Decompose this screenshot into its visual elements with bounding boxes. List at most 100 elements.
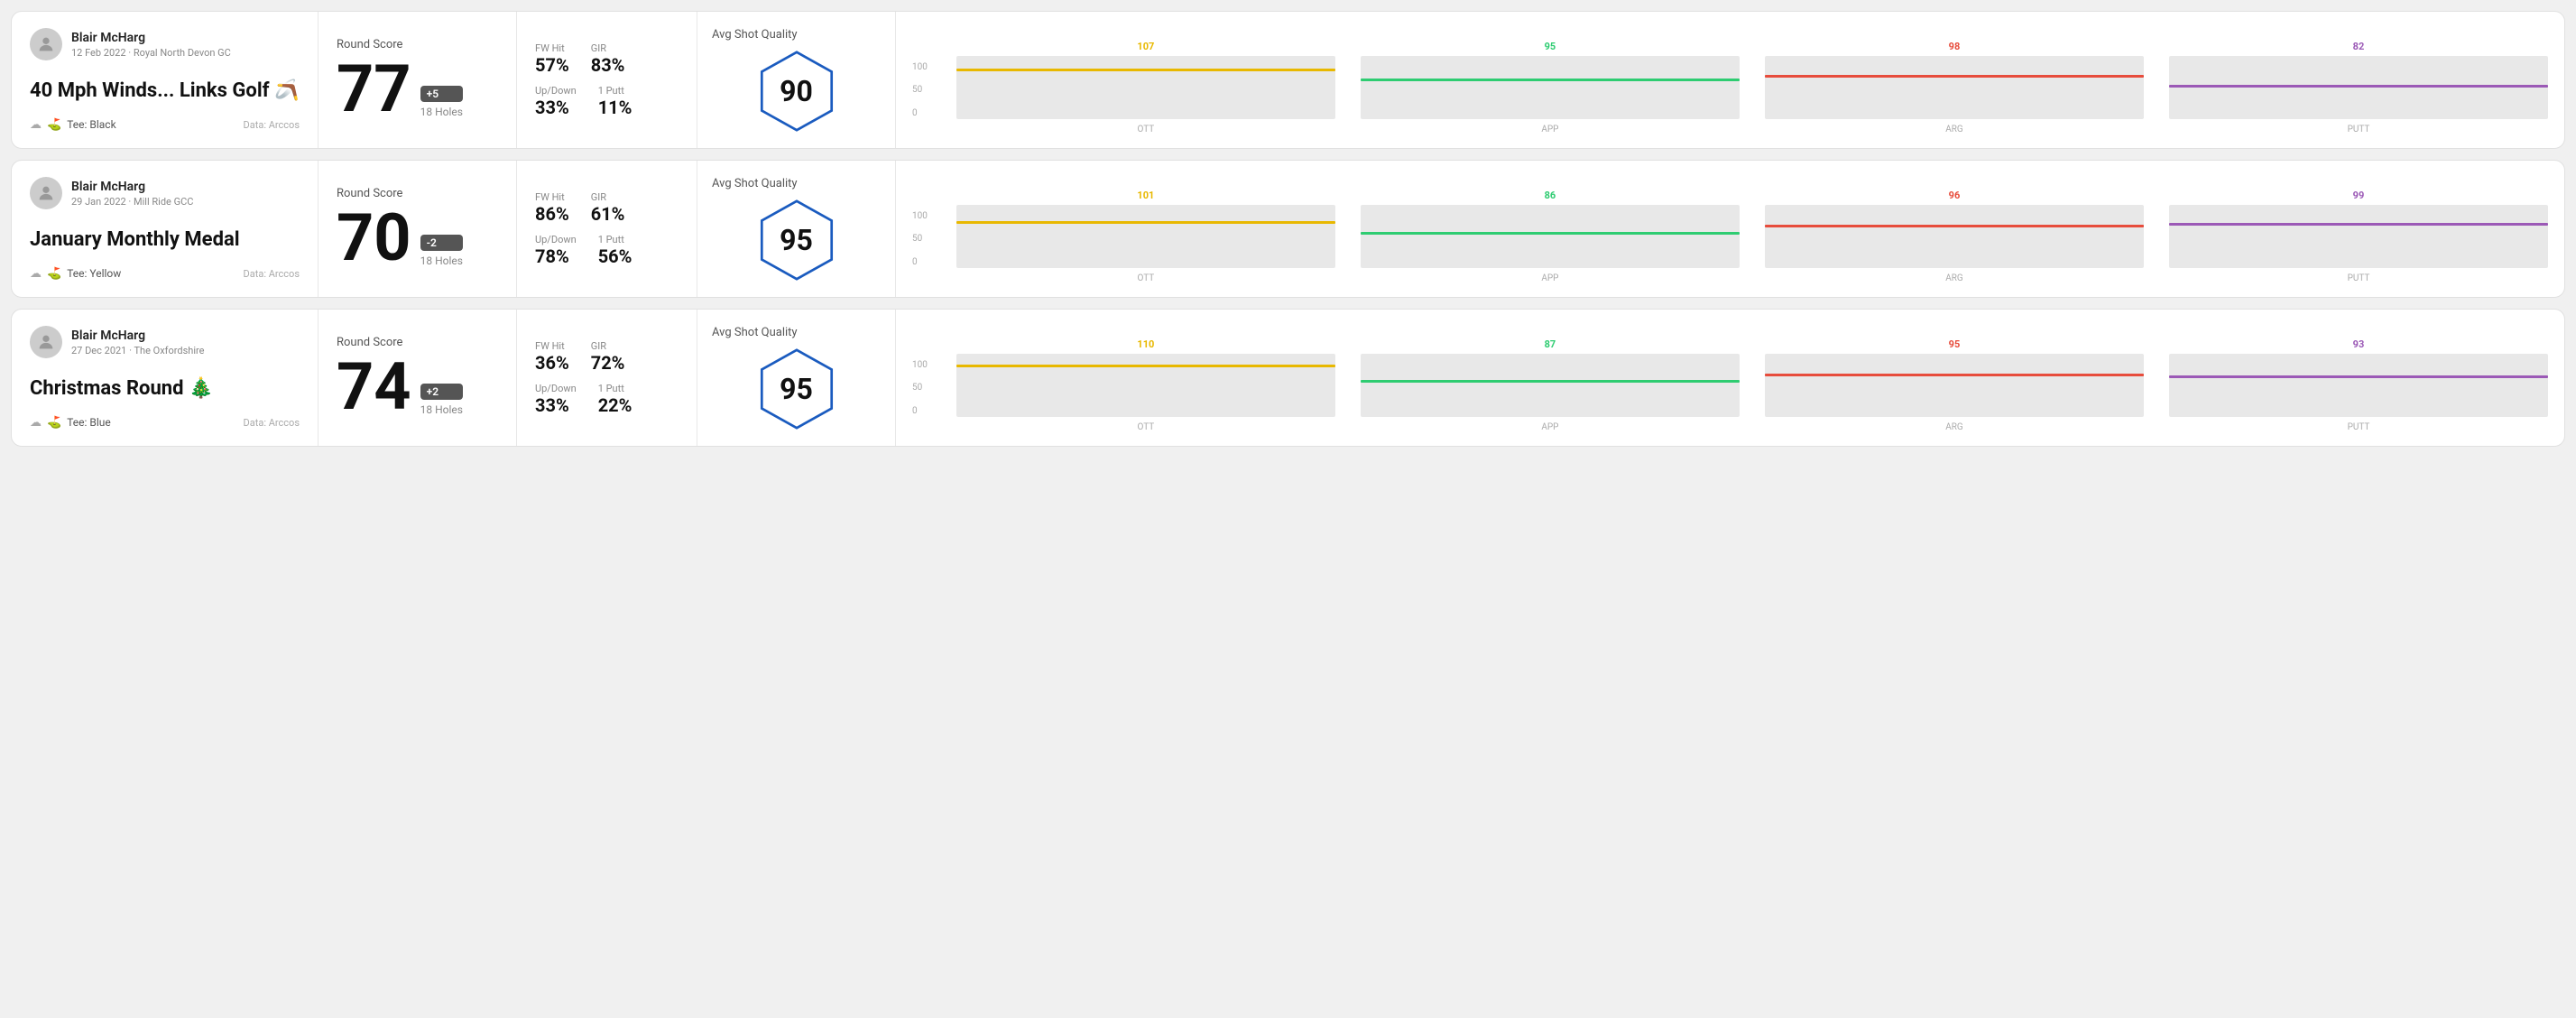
score-number: 77 [337, 57, 411, 122]
tee-label: Tee: Black [67, 118, 115, 131]
bar-bg [1765, 354, 2144, 417]
player-name: Blair McHarg [71, 31, 231, 45]
score-section: Round Score70-218 Holes [319, 161, 517, 297]
gir-stat: GIR72% [591, 340, 625, 374]
score-holes: 18 Holes [420, 106, 463, 118]
stats-section: FW Hit86%GIR61%Up/Down78%1 Putt56% [517, 161, 697, 297]
gir-value: 72% [591, 352, 625, 374]
quality-label: Avg Shot Quality [712, 28, 798, 42]
axis-labels: 100500 [912, 360, 928, 432]
oneputt-label: 1 Putt [598, 383, 632, 394]
gir-value: 83% [591, 54, 625, 76]
chart-section: 100500101OTT86APP96ARG99PUTT [896, 161, 2564, 297]
bar-wrapper [1361, 354, 1740, 417]
bar-wrapper [2169, 56, 2548, 119]
oneputt-value: 22% [598, 394, 632, 416]
player-name: Blair McHarg [71, 329, 204, 343]
bar-wrapper [956, 354, 1335, 417]
bar-bg [1361, 354, 1740, 417]
bar-bg [2169, 56, 2548, 119]
stats-row-2: Up/Down33%1 Putt22% [535, 383, 679, 416]
bar-value: 95 [1949, 338, 1961, 350]
bar-bg [1361, 56, 1740, 119]
quality-section: Avg Shot Quality 90 [697, 12, 896, 148]
stats-row-2: Up/Down33% 1 Putt11% [535, 85, 679, 118]
quality-label: Avg Shot Quality [712, 177, 798, 190]
bar-label: ARG [1945, 422, 1963, 432]
updown-stat: Up/Down33% [535, 85, 577, 118]
bar-chart: 100500110OTT87APP95ARG93PUTT [912, 324, 2548, 432]
updown-label: Up/Down [535, 85, 577, 97]
bar-value: 107 [1137, 41, 1154, 52]
quality-score: 90 [780, 74, 813, 108]
card-left-section: Blair McHarg12 Feb 2022 · Royal North De… [12, 12, 319, 148]
avatar [30, 326, 62, 358]
bar-label: OTT [1138, 125, 1155, 134]
stats-row-1: FW Hit57%GIR83% [535, 42, 679, 76]
hexagon-wrapper: 95 [756, 199, 837, 281]
fw-hit-value: 36% [535, 352, 569, 374]
player-date-course: 27 Dec 2021 · The Oxfordshire [71, 345, 204, 356]
oneputt-label: 1 Putt [598, 234, 632, 245]
fw-hit-label: FW Hit [535, 42, 569, 54]
hexagon: 90 [756, 51, 837, 132]
hexagon: 95 [756, 199, 837, 281]
gir-label: GIR [591, 42, 625, 54]
bar-indicator [1765, 225, 2144, 227]
updown-stat: Up/Down78% [535, 234, 577, 267]
bar-label: ARG [1945, 273, 1963, 283]
bar-label: APP [1541, 422, 1558, 432]
player-date-course: 29 Jan 2022 · Mill Ride GCC [71, 196, 193, 208]
fw-hit-label: FW Hit [535, 340, 569, 352]
tee-info: ☁ ⛳ Tee: Black [30, 118, 116, 132]
bar-col-ott: 101OTT [956, 190, 1335, 283]
bar-wrapper [956, 56, 1335, 119]
bar-wrapper [2169, 205, 2548, 268]
score-row: 77 +5 18 Holes [337, 57, 498, 122]
bar-indicator [1765, 75, 2144, 78]
oneputt-stat: 1 Putt22% [598, 383, 632, 416]
score-badge: +5 [420, 86, 463, 102]
weather-icon: ☁ [30, 267, 42, 281]
bar-col-arg: 95 ARG [1765, 338, 2144, 432]
score-number: 74 [337, 355, 411, 420]
bar-value: 98 [1949, 41, 1961, 52]
avatar [30, 28, 62, 60]
player-text: Blair McHarg 27 Dec 2021 · The Oxfordshir… [71, 329, 204, 356]
card-footer: ☁ ⛳ Tee: Blue Data: Arccos [30, 416, 300, 430]
score-row: 74+218 Holes [337, 355, 498, 420]
bar-label: ARG [1945, 125, 1963, 134]
bar-value: 99 [2353, 190, 2365, 201]
updown-label: Up/Down [535, 383, 577, 394]
round-card-1: Blair McHarg29 Jan 2022 · Mill Ride GCCJ… [11, 160, 2565, 298]
hexagon-wrapper: 95 [756, 348, 837, 430]
bar-bg [956, 205, 1335, 268]
score-badge: +2 [420, 384, 463, 400]
chart-section: 100500110OTT87APP95ARG93PUTT [896, 310, 2564, 446]
quality-label: Avg Shot Quality [712, 326, 798, 339]
weather-icon: ☁ [30, 118, 42, 132]
hexagon: 95 [756, 348, 837, 430]
oneputt-value: 56% [598, 245, 632, 267]
bar-col-app: 95APP [1361, 41, 1740, 134]
bar-col-arg: 98 ARG [1765, 41, 2144, 134]
score-label: Round Score [337, 336, 498, 349]
data-source: Data: Arccos [244, 417, 300, 429]
bar-label: PUTT [2348, 422, 2370, 432]
oneputt-stat: 1 Putt11% [598, 85, 632, 118]
chart-section: 100500107OTT95APP98ARG82PUTT [896, 12, 2564, 148]
bar-col-app: 86APP [1361, 190, 1740, 283]
score-section: Round Score74+218 Holes [319, 310, 517, 446]
round-title: 40 Mph Winds... Links Golf 🪃 [30, 79, 300, 103]
card-left-section: Blair McHarg 27 Dec 2021 · The Oxfordshir… [12, 310, 319, 446]
score-label: Round Score [337, 187, 498, 200]
tee-info: ☁ ⛳ Tee: Blue [30, 416, 111, 430]
tee-icon: ⛳ [47, 118, 61, 132]
bar-wrapper [1765, 56, 2144, 119]
player-text: Blair McHarg29 Jan 2022 · Mill Ride GCC [71, 180, 193, 208]
round-card-2: Blair McHarg 27 Dec 2021 · The Oxfordshir… [11, 309, 2565, 447]
quality-section: Avg Shot Quality 95 [697, 310, 896, 446]
tee-icon: ⛳ [47, 416, 61, 430]
gir-stat: GIR61% [591, 191, 625, 225]
bar-label: APP [1541, 125, 1558, 134]
